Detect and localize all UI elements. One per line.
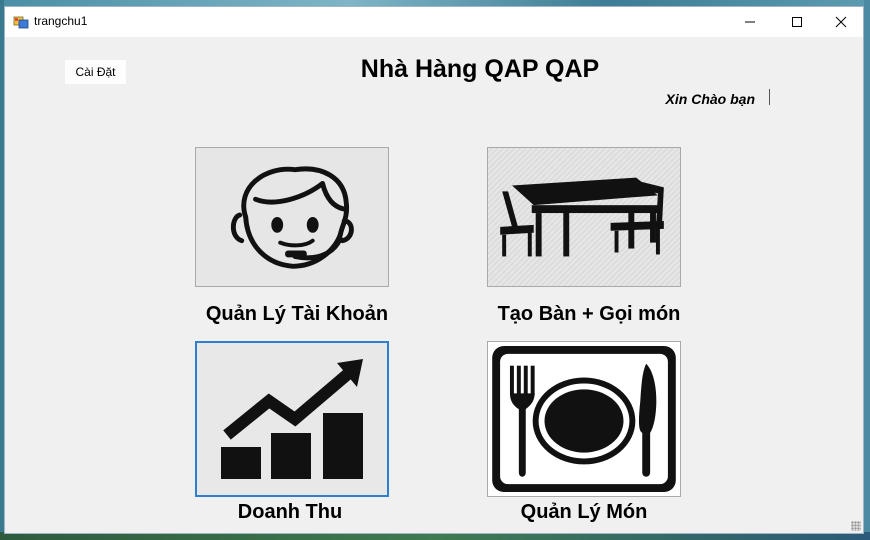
- main-window: trangchu1 Cài Đặt Nhà Hàng QAP QAP Xin C…: [4, 6, 864, 534]
- revenue-chart-icon: [221, 359, 363, 479]
- title-bar[interactable]: trangchu1: [5, 7, 863, 37]
- settings-button[interactable]: Cài Đặt: [65, 60, 126, 84]
- headset-operator-icon: [230, 166, 354, 269]
- account-management-tile[interactable]: [195, 147, 389, 287]
- table-order-tile[interactable]: [487, 147, 681, 287]
- maximize-button[interactable]: [774, 7, 819, 37]
- close-icon: [835, 16, 846, 28]
- account-management-label[interactable]: Quản Lý Tài Khoản: [180, 303, 414, 326]
- plate-fork-knife-icon: [492, 345, 676, 493]
- table-order-label[interactable]: Tạo Bàn + Gọi món: [472, 303, 706, 326]
- desktop-background-right: [864, 0, 870, 540]
- greeting-divider: [769, 89, 770, 105]
- dining-table-icon: [500, 177, 664, 257]
- revenue-tile[interactable]: [195, 341, 389, 497]
- dish-management-label[interactable]: Quản Lý Món: [472, 501, 696, 524]
- maximize-icon: [791, 17, 802, 27]
- close-button[interactable]: [818, 7, 863, 37]
- app-window-icon: [13, 14, 29, 30]
- window-title: trangchu1: [34, 14, 88, 28]
- resize-grip[interactable]: [851, 521, 861, 531]
- page-title: Nhà Hàng QAP QAP: [360, 55, 600, 83]
- greeting-label: Xin Chào bạn: [665, 91, 755, 107]
- revenue-label[interactable]: Doanh Thu: [180, 501, 400, 524]
- dish-management-tile[interactable]: [487, 341, 681, 497]
- minimize-icon: [744, 21, 755, 23]
- minimize-button[interactable]: [727, 7, 772, 37]
